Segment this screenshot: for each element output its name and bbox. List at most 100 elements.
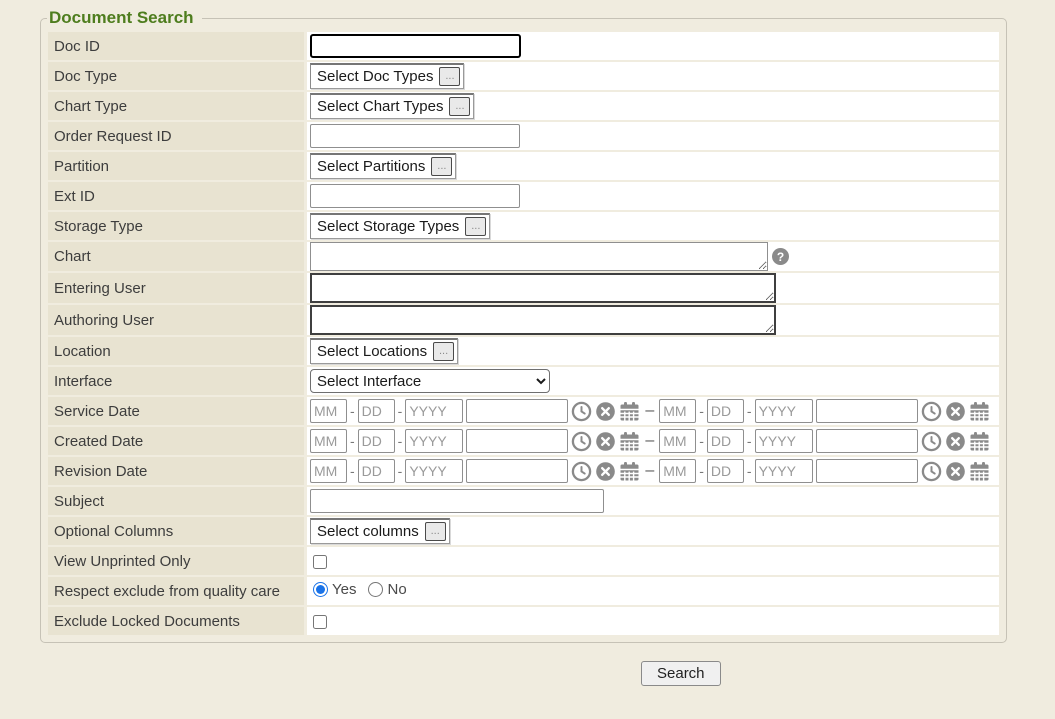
optional-columns-label: Optional Columns <box>48 517 304 545</box>
revision-to-month-input[interactable] <box>659 459 696 483</box>
storage-type-picker-text: Select Storage Types <box>317 218 459 235</box>
row-storage-type: Storage Type Select Storage Types ... <box>48 212 999 240</box>
interface-select[interactable]: Select Interface <box>310 369 550 393</box>
date-range-separator: – <box>640 402 659 419</box>
row-doc-id: Doc ID <box>48 32 999 60</box>
storage-type-label: Storage Type <box>48 212 304 240</box>
service-from-time-input[interactable] <box>466 399 568 423</box>
location-more-button[interactable]: ... <box>433 342 454 361</box>
clock-icon[interactable] <box>921 461 942 482</box>
optional-columns-more-button[interactable]: ... <box>425 522 446 541</box>
chart-type-picker[interactable]: Select Chart Types ... <box>310 93 474 119</box>
calendar-icon[interactable] <box>969 401 990 422</box>
calendar-icon[interactable] <box>969 431 990 452</box>
calendar-icon[interactable] <box>619 401 640 422</box>
authoring-user-label: Authoring User <box>48 305 304 335</box>
row-interface: Interface Select Interface <box>48 367 999 395</box>
storage-type-more-button[interactable]: ... <box>465 217 486 236</box>
calendar-icon[interactable] <box>619 431 640 452</box>
revision-from-time-input[interactable] <box>466 459 568 483</box>
created-from-day-input[interactable] <box>358 429 395 453</box>
doc-id-input[interactable] <box>310 34 521 58</box>
authoring-user-textarea[interactable] <box>310 305 776 335</box>
service-to-year-input[interactable] <box>755 399 813 423</box>
row-subject: Subject <box>48 487 999 515</box>
service-date-label: Service Date <box>48 397 304 425</box>
clear-icon[interactable] <box>595 401 616 422</box>
view-unprinted-checkbox[interactable] <box>313 555 327 569</box>
created-to-time-input[interactable] <box>816 429 918 453</box>
clear-icon[interactable] <box>945 461 966 482</box>
service-to-day-input[interactable] <box>707 399 744 423</box>
created-from-month-input[interactable] <box>310 429 347 453</box>
optional-columns-picker[interactable]: Select columns ... <box>310 518 450 544</box>
respect-exclude-yes-label: Yes <box>332 581 356 598</box>
service-from-year-input[interactable] <box>405 399 463 423</box>
revision-to-time-input[interactable] <box>816 459 918 483</box>
revision-to-day-input[interactable] <box>707 459 744 483</box>
storage-type-picker[interactable]: Select Storage Types ... <box>310 213 490 239</box>
calendar-icon[interactable] <box>619 461 640 482</box>
chart-type-label: Chart Type <box>48 92 304 120</box>
service-to-time-input[interactable] <box>816 399 918 423</box>
clear-icon[interactable] <box>945 431 966 452</box>
clock-icon[interactable] <box>571 431 592 452</box>
partition-label: Partition <box>48 152 304 180</box>
row-partition: Partition Select Partitions ... <box>48 152 999 180</box>
help-icon[interactable]: ? <box>772 248 789 265</box>
exclude-locked-label: Exclude Locked Documents <box>48 607 304 635</box>
service-date-from-group: -- <box>310 399 640 423</box>
created-from-time-input[interactable] <box>466 429 568 453</box>
service-from-day-input[interactable] <box>358 399 395 423</box>
created-to-day-input[interactable] <box>707 429 744 453</box>
doc-type-more-button[interactable]: ... <box>439 67 460 86</box>
date-range-separator: – <box>640 432 659 449</box>
order-request-id-input[interactable] <box>310 124 520 148</box>
clock-icon[interactable] <box>571 401 592 422</box>
clock-icon[interactable] <box>921 401 942 422</box>
search-button[interactable]: Search <box>641 661 721 686</box>
respect-exclude-label: Respect exclude from quality care <box>48 577 304 605</box>
revision-date-label: Revision Date <box>48 457 304 485</box>
service-to-month-input[interactable] <box>659 399 696 423</box>
subject-label: Subject <box>48 487 304 515</box>
revision-from-month-input[interactable] <box>310 459 347 483</box>
revision-from-year-input[interactable] <box>405 459 463 483</box>
chart-label: Chart <box>48 242 304 271</box>
created-to-year-input[interactable] <box>755 429 813 453</box>
service-from-month-input[interactable] <box>310 399 347 423</box>
location-picker[interactable]: Select Locations ... <box>310 338 458 364</box>
partition-picker[interactable]: Select Partitions ... <box>310 153 456 179</box>
row-revision-date: Revision Date -- – -- <box>48 457 999 485</box>
clock-icon[interactable] <box>921 431 942 452</box>
row-created-date: Created Date -- – -- <box>48 427 999 455</box>
entering-user-textarea[interactable] <box>310 273 776 303</box>
revision-from-day-input[interactable] <box>358 459 395 483</box>
created-to-month-input[interactable] <box>659 429 696 453</box>
row-doc-type: Doc Type Select Doc Types ... <box>48 62 999 90</box>
row-authoring-user: Authoring User <box>48 305 999 335</box>
respect-exclude-yes-radio[interactable] <box>313 582 328 597</box>
chart-type-more-button[interactable]: ... <box>449 97 470 116</box>
row-entering-user: Entering User <box>48 273 999 303</box>
revision-date-from-group: -- <box>310 459 640 483</box>
clear-icon[interactable] <box>945 401 966 422</box>
clock-icon[interactable] <box>571 461 592 482</box>
chart-textarea[interactable] <box>310 242 768 271</box>
entering-user-label: Entering User <box>48 273 304 303</box>
partition-more-button[interactable]: ... <box>431 157 452 176</box>
doc-type-picker[interactable]: Select Doc Types ... <box>310 63 464 89</box>
clear-icon[interactable] <box>595 461 616 482</box>
created-from-year-input[interactable] <box>405 429 463 453</box>
location-picker-text: Select Locations <box>317 343 427 360</box>
calendar-icon[interactable] <box>969 461 990 482</box>
respect-exclude-no-radio[interactable] <box>368 582 383 597</box>
revision-to-year-input[interactable] <box>755 459 813 483</box>
ext-id-input[interactable] <box>310 184 520 208</box>
row-respect-exclude: Respect exclude from quality care Yes No <box>48 577 999 605</box>
clear-icon[interactable] <box>595 431 616 452</box>
subject-input[interactable] <box>310 489 604 513</box>
exclude-locked-checkbox[interactable] <box>313 615 327 629</box>
order-request-id-label: Order Request ID <box>48 122 304 150</box>
row-ext-id: Ext ID <box>48 182 999 210</box>
